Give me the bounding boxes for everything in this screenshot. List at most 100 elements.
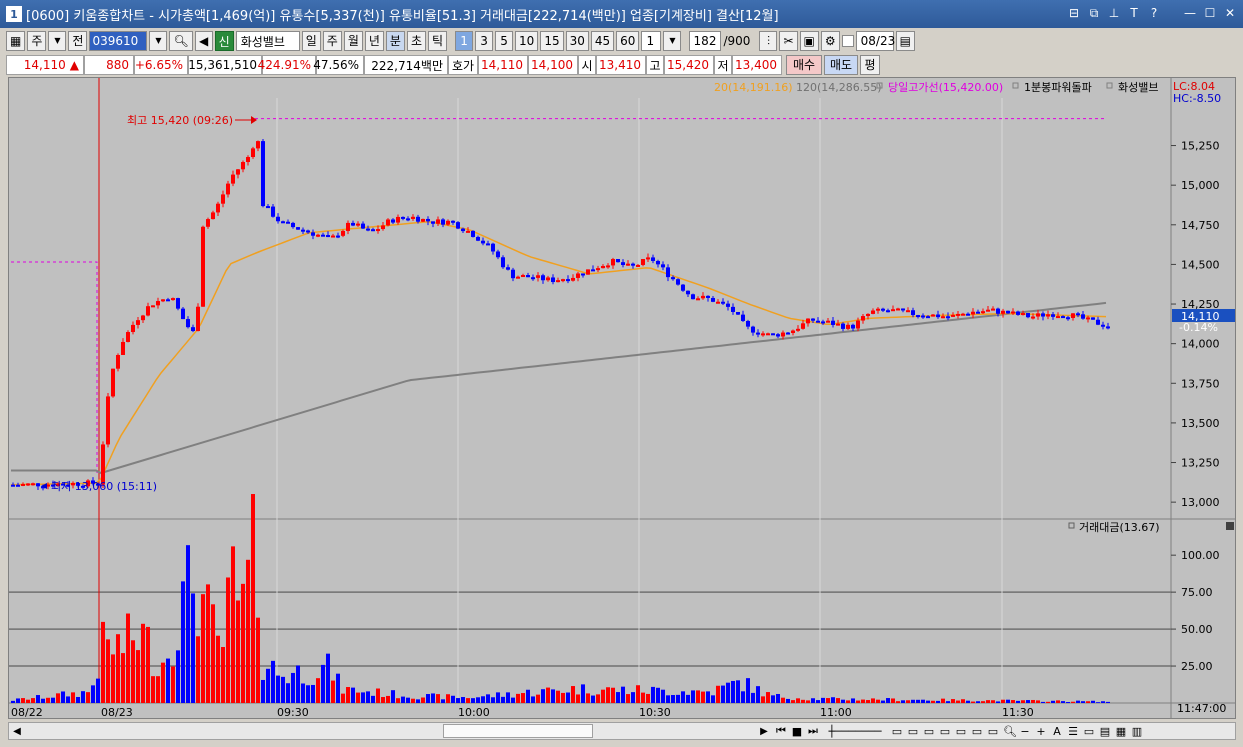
interval-1-button[interactable]: 1 xyxy=(455,31,474,51)
interval-45-button[interactable]: 45 xyxy=(590,31,615,51)
volume-bar xyxy=(836,698,840,703)
stop-icon[interactable]: ■ xyxy=(791,725,803,738)
calendar-icon[interactable]: ▤ xyxy=(895,31,915,51)
scroll-left-icon[interactable]: ◀ xyxy=(10,724,24,738)
title-bar: 1 [0600] 키움종합차트 - 시가총액[1,469(억)] 유통수[5,3… xyxy=(0,0,1243,28)
bar-count-input[interactable]: 182 xyxy=(689,31,722,51)
interval-select[interactable]: 1 xyxy=(641,31,662,51)
chart-scrollbar[interactable]: ◀ ▶ ⏮ ■ ⏭ ┼─────── ▭ ▭ ▭ ▭ ▭ ▭ ▭ 🔍︎ − + … xyxy=(8,722,1236,740)
chart-area[interactable]: 15,250 15,000 14,750 14,500 14,250 14,000 13,7… xyxy=(8,77,1236,719)
buy-button[interactable]: 매수 xyxy=(786,55,822,75)
zoom-slider[interactable]: ┼─────── xyxy=(823,725,887,738)
volume-bar xyxy=(496,692,500,703)
help-icon[interactable]: ? xyxy=(1147,5,1161,21)
interval-10-button[interactable]: 10 xyxy=(515,31,539,51)
volume-bar xyxy=(81,691,85,703)
volume-bar xyxy=(766,692,770,703)
volume-bar xyxy=(361,692,365,703)
layout1-icon[interactable]: ▭ xyxy=(891,725,903,738)
period-minute-button[interactable]: 분 xyxy=(385,31,405,51)
interval-5-button[interactable]: 5 xyxy=(495,31,514,51)
period-day-button[interactable]: 일 xyxy=(301,31,321,51)
panel-icon[interactable]: ▥ xyxy=(1131,725,1143,738)
volume-panel-close-icon[interactable] xyxy=(1226,522,1234,530)
dropdown-arrow-icon[interactable]: ▼ xyxy=(48,31,67,51)
text-tool-icon[interactable]: A xyxy=(1051,725,1063,738)
window-icon[interactable]: ▭ xyxy=(1083,725,1095,738)
candle-body xyxy=(441,219,445,225)
export-icon[interactable]: ▤ xyxy=(1099,725,1111,738)
settings-icon[interactable]: ⚙ xyxy=(820,31,840,51)
date-input[interactable]: 08/23 xyxy=(855,31,895,51)
table-icon[interactable]: ▦ xyxy=(1115,725,1127,738)
list-icon[interactable]: ☰ xyxy=(1067,725,1079,738)
layout4-icon[interactable]: ▭ xyxy=(939,725,951,738)
volume-bar xyxy=(191,593,195,703)
volume-bar xyxy=(141,623,145,703)
interval-30-button[interactable]: 30 xyxy=(565,31,589,51)
minimize-icon[interactable]: — xyxy=(1183,5,1197,21)
minus-icon[interactable]: − xyxy=(1019,725,1031,738)
ask-price: 14,110 xyxy=(478,55,528,75)
volume-bar xyxy=(226,577,230,703)
layout2-icon[interactable]: ▭ xyxy=(907,725,919,738)
save-icon[interactable]: ▣ xyxy=(799,31,819,51)
duplicate-icon[interactable]: ⧉ xyxy=(1087,5,1101,21)
avg-button[interactable]: 평 xyxy=(860,55,880,75)
volume-bar xyxy=(626,694,630,703)
candle-body xyxy=(631,263,635,266)
volume-bar xyxy=(501,696,505,703)
layout6-icon[interactable]: ▭ xyxy=(971,725,983,738)
font-icon[interactable]: T xyxy=(1127,5,1141,21)
draw-tool-icon[interactable]: ✂ xyxy=(779,31,798,51)
interval-60-button[interactable]: 60 xyxy=(616,31,640,51)
stock-tag: 신 xyxy=(214,31,234,51)
period-tick-button[interactable]: 틱 xyxy=(428,31,448,51)
interval-15-button[interactable]: 15 xyxy=(540,31,564,51)
grid-icon[interactable]: ▦ xyxy=(6,31,26,51)
maximize-icon[interactable]: ☐ xyxy=(1203,5,1217,21)
interval-3-button[interactable]: 3 xyxy=(475,31,494,51)
volume-bar xyxy=(1081,701,1085,703)
volume-bar xyxy=(231,546,235,703)
period-year-button[interactable]: 년 xyxy=(364,31,384,51)
interval-dropdown-icon[interactable]: ▼ xyxy=(663,31,682,51)
mode-week-button[interactable]: 주 xyxy=(27,31,47,51)
layout3-icon[interactable]: ▭ xyxy=(923,725,935,738)
code-dropdown-icon[interactable]: ▼ xyxy=(149,31,168,51)
volume-bar xyxy=(171,666,175,703)
stock-code-input[interactable]: 039610 xyxy=(89,31,148,51)
candle-body xyxy=(371,229,375,232)
scroll-thumb[interactable] xyxy=(443,724,593,738)
date-checkbox[interactable] xyxy=(841,35,854,47)
volume-bar xyxy=(371,695,375,703)
scroll-right-icon[interactable]: ▶ xyxy=(757,724,771,738)
zoom-icon[interactable]: 🔍︎ xyxy=(1003,725,1017,738)
mode-all-button[interactable]: 전 xyxy=(68,31,88,51)
candle-body xyxy=(686,290,690,295)
price-chart-svg[interactable]: 15,25015,00014,75014,50014,25014,00013,7… xyxy=(9,78,1235,719)
rewind-icon[interactable]: ⏮ xyxy=(775,724,787,738)
period-week-button[interactable]: 주 xyxy=(322,31,342,51)
sound-icon[interactable]: ◀ xyxy=(194,31,213,51)
candle-body xyxy=(471,230,475,237)
price-tick-label: 13,750 xyxy=(1181,377,1220,390)
legend-ma20: 20(14,191.16) xyxy=(714,81,793,94)
price-tick-label: 14,500 xyxy=(1181,258,1220,271)
period-month-button[interactable]: 월 xyxy=(343,31,363,51)
restore-layout-icon[interactable]: ⊟ xyxy=(1067,5,1081,21)
candle-body xyxy=(981,311,985,314)
layout5-icon[interactable]: ▭ xyxy=(955,725,967,738)
close-icon[interactable]: ✕ xyxy=(1223,5,1237,21)
layout7-icon[interactable]: ▭ xyxy=(987,725,999,738)
search-icon[interactable]: 🔍︎ xyxy=(169,31,193,51)
pin-icon[interactable]: ⊥ xyxy=(1107,5,1121,21)
sell-button[interactable]: 매도 xyxy=(824,55,858,75)
period-second-button[interactable]: 초 xyxy=(406,31,426,51)
candle-body xyxy=(416,216,420,222)
chart-type-icon[interactable]: ⫶ xyxy=(759,31,778,51)
volume-bar xyxy=(916,699,920,703)
play-icon[interactable]: ⏭ xyxy=(807,724,819,738)
plus-icon[interactable]: + xyxy=(1035,725,1047,738)
candle-body xyxy=(1076,313,1080,316)
